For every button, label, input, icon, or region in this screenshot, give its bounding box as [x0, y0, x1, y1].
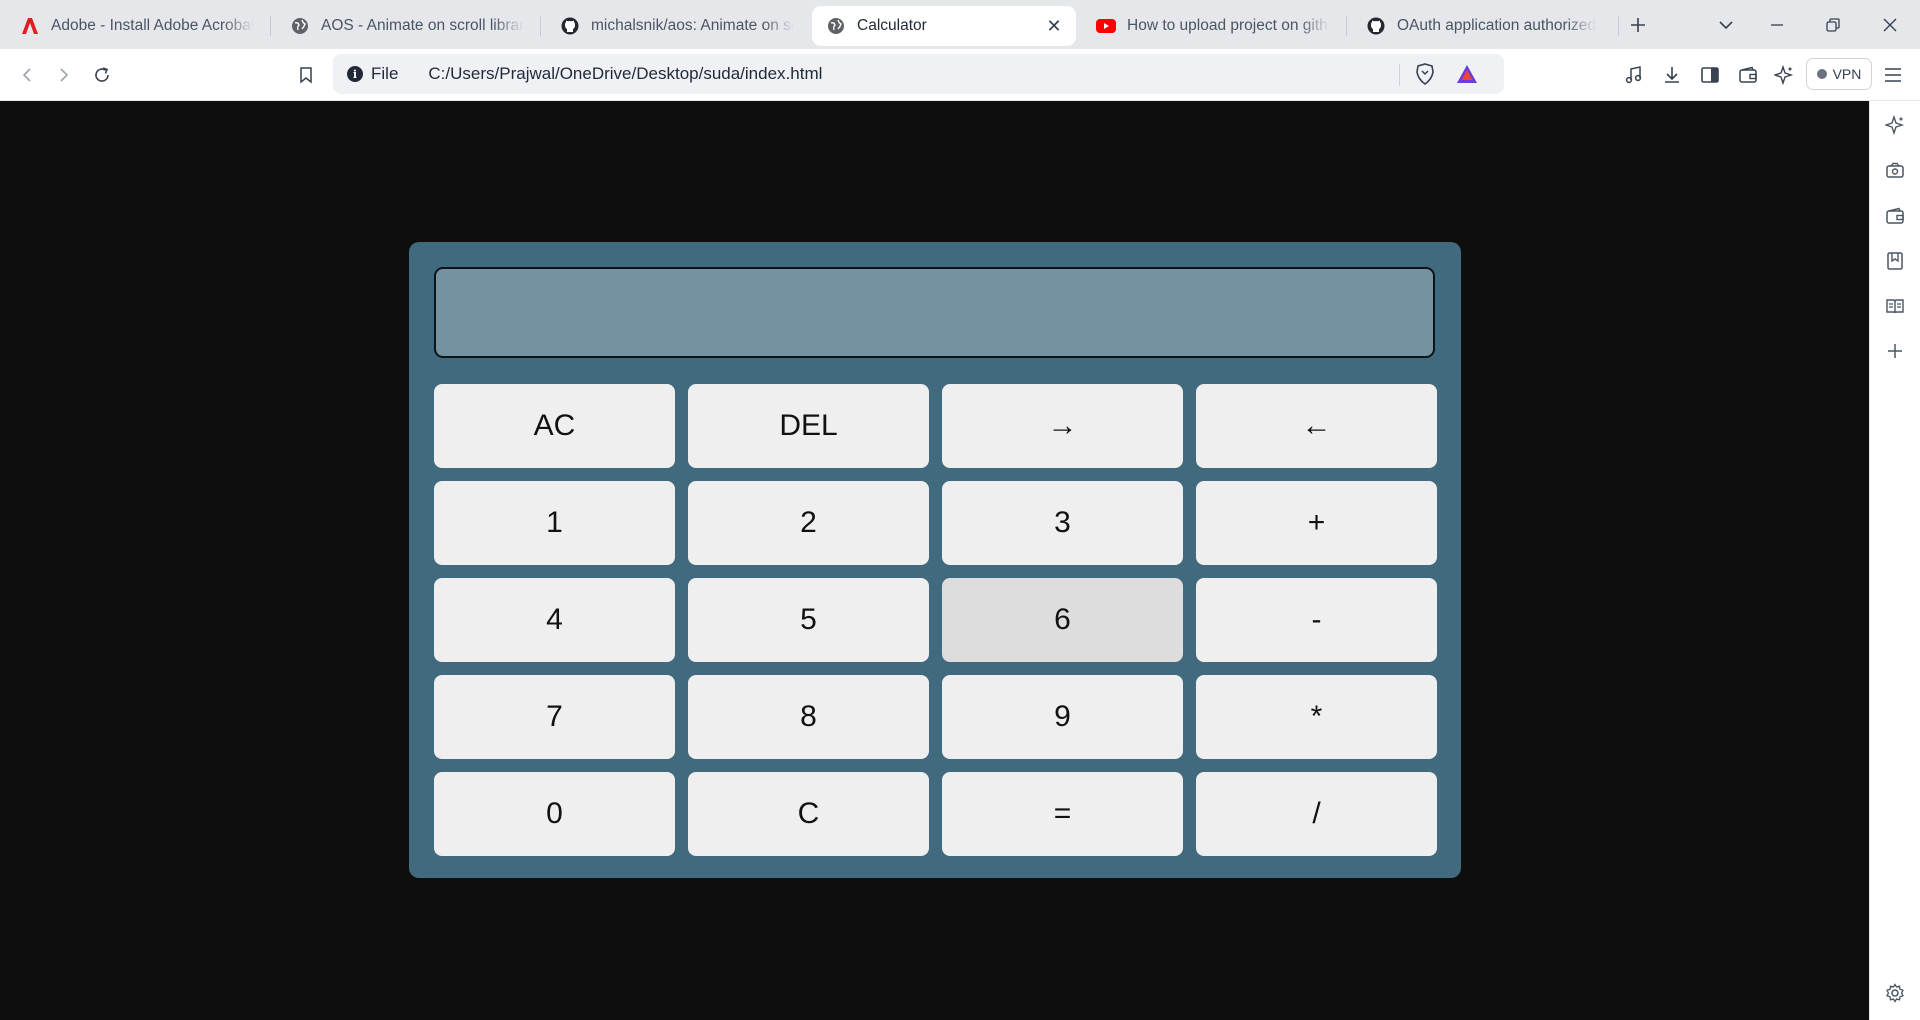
minimize-window-icon[interactable] [1764, 12, 1790, 38]
tab-adobe[interactable]: Adobe - Install Adobe Acrobat [6, 6, 268, 46]
github-icon [1366, 16, 1386, 36]
info-icon: i [347, 66, 363, 82]
calculator: AC DEL → ← 1 2 3 +4 5 6- 7 8 9 * 0 C = / [409, 242, 1461, 878]
browser-toolbar: i File C:/Users/Prajwal/OneDrive/Desktop… [0, 49, 1920, 101]
browser-sidebar [1869, 101, 1920, 1020]
key-clear[interactable]: C [688, 772, 929, 856]
calculator-display [434, 267, 1435, 358]
bookmark-icon[interactable] [292, 61, 320, 89]
key-2[interactable]: 2 [688, 481, 929, 565]
hamburger-menu-icon[interactable] [1879, 61, 1907, 89]
new-tab-icon[interactable] [1625, 12, 1651, 38]
key-multiply[interactable]: * [1196, 675, 1437, 759]
restore-window-icon[interactable] [1820, 12, 1846, 38]
calculator-keypad: AC DEL → ← 1 2 3 +4 5 6- 7 8 9 * 0 C = / [434, 384, 1437, 856]
leo-ai-sparkle-icon[interactable] [1770, 61, 1798, 89]
downloads-icon[interactable] [1658, 61, 1686, 89]
tab-divider [270, 16, 271, 36]
tab-aos[interactable]: AOS - Animate on scroll library [276, 6, 538, 46]
globe-icon [290, 16, 310, 36]
vpn-button[interactable]: VPN [1806, 58, 1872, 90]
key-equals[interactable]: = [942, 772, 1183, 856]
tab-title: Calculator [857, 17, 927, 34]
wallet-icon[interactable] [1734, 61, 1762, 89]
tab-divider [1346, 16, 1347, 36]
reading-list-icon[interactable] [1883, 294, 1907, 318]
key-all-clear[interactable]: AC [434, 384, 675, 468]
tab-strip: Adobe - Install Adobe Acrobat AOS - Anim… [0, 0, 1920, 49]
tab-youtube[interactable]: How to upload project on github [1082, 6, 1344, 46]
key-1[interactable]: 1 [434, 481, 675, 565]
forward-arrow-icon[interactable] [50, 61, 78, 89]
tab-title: OAuth application authorized [1397, 17, 1597, 34]
key-right-arrow[interactable]: → [942, 384, 1183, 468]
github-icon [560, 16, 580, 36]
vpn-label: VPN [1832, 66, 1862, 82]
key-delete[interactable]: DEL [688, 384, 929, 468]
brave-rewards-icon[interactable] [1455, 62, 1479, 86]
settings-gear-icon[interactable] [1883, 981, 1907, 1005]
key-3[interactable]: 3 [942, 481, 1183, 565]
reload-icon[interactable] [88, 61, 116, 89]
address-bar-divider [1399, 64, 1400, 86]
key-plus[interactable]: + [1196, 481, 1437, 565]
key-4[interactable]: 4 [434, 578, 675, 662]
media-music-icon[interactable] [1620, 61, 1648, 89]
address-bar[interactable]: i File C:/Users/Prajwal/OneDrive/Desktop… [333, 54, 1504, 94]
scheme-label: File [371, 64, 399, 83]
tab-title: AOS - Animate on scroll library [321, 17, 524, 34]
close-tab-icon[interactable]: ✕ [1044, 16, 1064, 36]
youtube-icon [1096, 16, 1116, 36]
key-left-arrow[interactable]: ← [1196, 384, 1437, 468]
tab-title: How to upload project on github [1127, 17, 1330, 34]
add-panel-plus-icon[interactable] [1883, 339, 1907, 363]
brave-talk-video-icon[interactable] [1883, 159, 1907, 183]
key-minus[interactable]: - [1196, 578, 1437, 662]
key-divide[interactable]: / [1196, 772, 1437, 856]
adobe-icon [20, 16, 40, 36]
leo-ai-sparkle-icon[interactable] [1883, 113, 1907, 137]
key-8[interactable]: 8 [688, 675, 929, 759]
key-5[interactable]: 5 [688, 578, 929, 662]
key-7[interactable]: 7 [434, 675, 675, 759]
key-6[interactable]: 6 [942, 578, 1183, 662]
brave-shields-icon[interactable] [1413, 62, 1437, 86]
globe-icon [826, 16, 846, 36]
tab-divider [540, 16, 541, 36]
sidebar-toggle-icon[interactable] [1696, 61, 1724, 89]
tab-list-chevron-down-icon[interactable] [1713, 12, 1739, 38]
key-9[interactable]: 9 [942, 675, 1183, 759]
key-0[interactable]: 0 [434, 772, 675, 856]
site-info-button[interactable]: i File [347, 64, 398, 84]
tab-github-aos[interactable]: michalsnik/aos: Animate on scroll [546, 6, 808, 46]
tab-divider [1618, 16, 1619, 36]
tab-title: Adobe - Install Adobe Acrobat [51, 17, 254, 34]
vpn-status-dot-icon [1816, 69, 1827, 79]
bookmarks-icon[interactable] [1883, 249, 1907, 273]
tab-title: michalsnik/aos: Animate on scroll [591, 17, 794, 34]
url-text[interactable]: C:/Users/Prajwal/OneDrive/Desktop/suda/i… [428, 64, 822, 84]
tab-oauth[interactable]: OAuth application authorized [1352, 6, 1614, 46]
wallet-icon[interactable] [1883, 204, 1907, 228]
close-window-icon[interactable] [1877, 12, 1903, 38]
back-arrow-icon[interactable] [13, 61, 41, 89]
tab-calculator[interactable]: Calculator ✕ [812, 6, 1076, 46]
